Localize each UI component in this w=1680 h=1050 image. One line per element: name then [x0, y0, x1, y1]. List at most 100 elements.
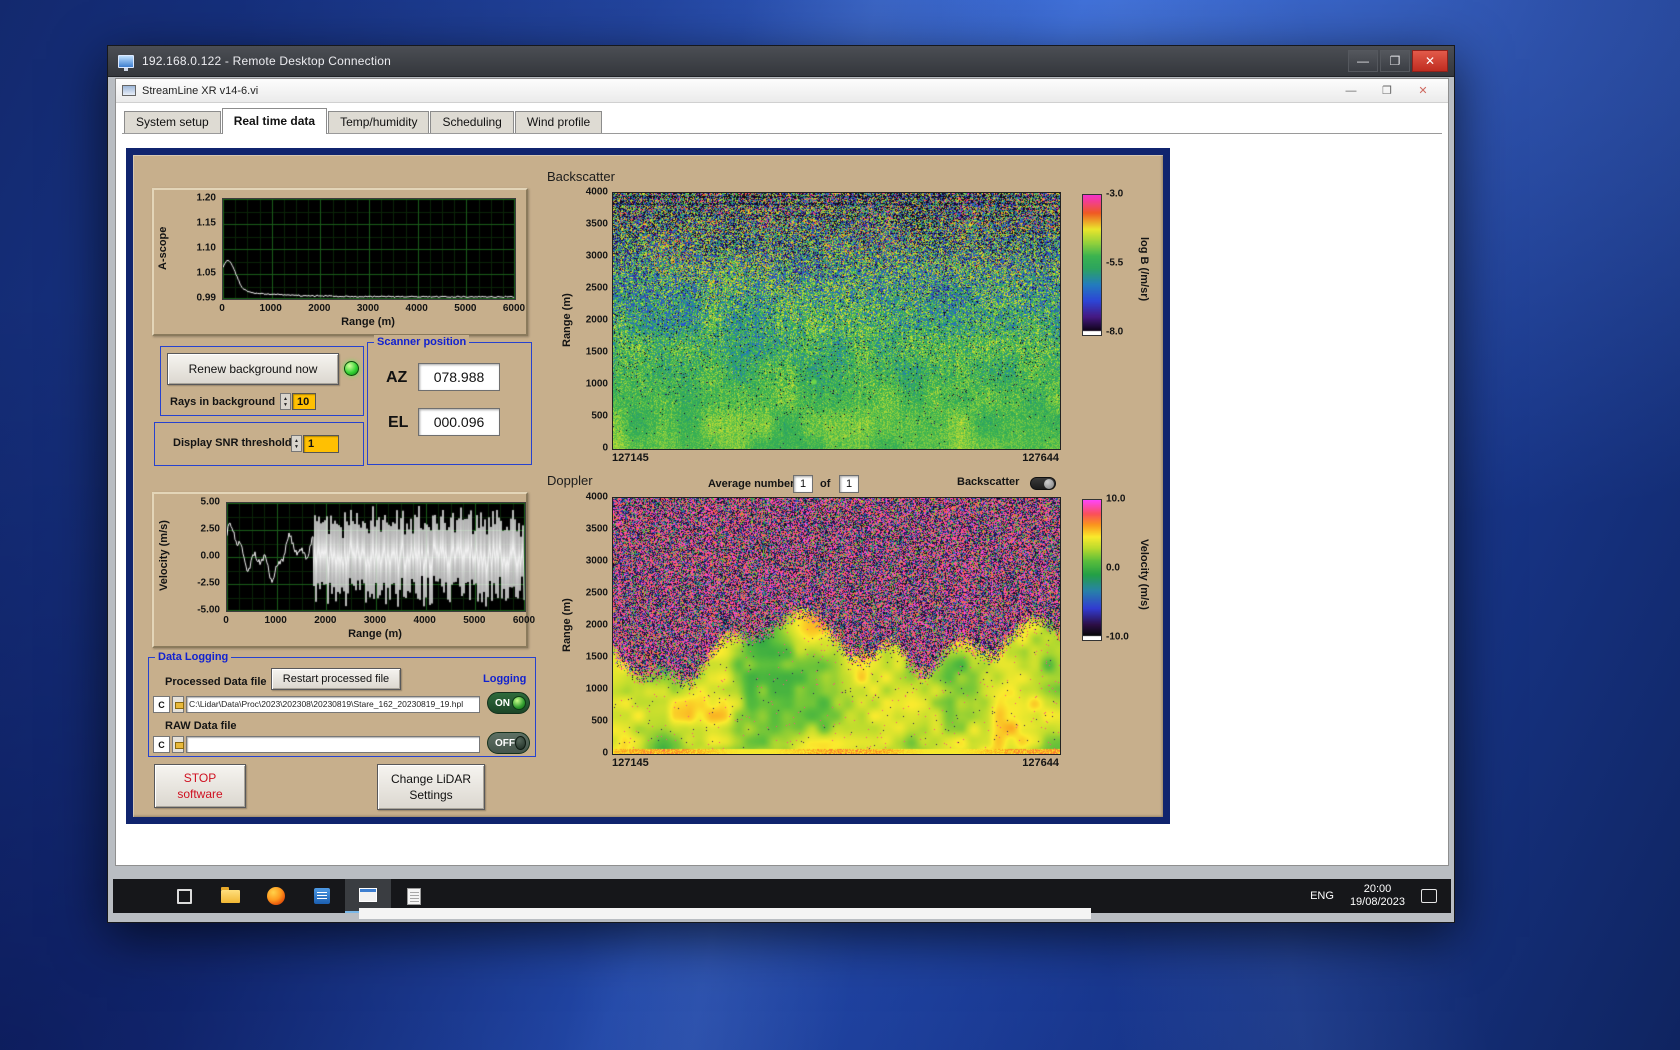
rdp-window-controls: — ❐ ✕: [1348, 50, 1454, 72]
rdp-window: 192.168.0.122 - Remote Desktop Connectio…: [107, 45, 1455, 923]
app-window-icon: [359, 888, 377, 902]
change-lidar-settings-button[interactable]: Change LiDAR Settings: [377, 764, 485, 810]
app-minimize-button[interactable]: —: [1340, 83, 1362, 99]
app-close-button[interactable]: ✕: [1412, 83, 1434, 99]
tab-wind-profile[interactable]: Wind profile: [514, 111, 603, 133]
rays-spinner[interactable]: ▲ ▼: [280, 393, 291, 410]
raw-drive-selector[interactable]: C: [153, 736, 170, 753]
firefox-button[interactable]: [253, 879, 299, 913]
rays-in-background-value[interactable]: 10: [292, 393, 316, 410]
spinner-down-icon[interactable]: ▼: [294, 444, 299, 450]
velocity-y-ticks: 5.00 2.50 0.00 -2.50 -5.00: [197, 496, 220, 616]
rdp-restore-button[interactable]: ❐: [1380, 50, 1410, 72]
firefox-icon: [267, 887, 285, 905]
raw-browse-button[interactable]: [172, 736, 184, 753]
task-view-button[interactable]: [161, 879, 207, 913]
desktop-background: 192.168.0.122 - Remote Desktop Connectio…: [0, 0, 1680, 1050]
velocity-x-ticks: 0 1000 2000 3000 4000 5000 6000: [223, 615, 536, 626]
elevation-value: 000.096: [418, 408, 500, 436]
on-label: ON: [495, 697, 510, 709]
background-status-led: [344, 361, 359, 376]
toggle-led-on: [512, 696, 526, 710]
blue-app-button[interactable]: [299, 879, 345, 913]
doppler-y-axis-label: Range (m): [561, 598, 573, 652]
taskbar-spacer: [113, 879, 161, 913]
backscatter-toggle[interactable]: [1030, 477, 1056, 490]
rays-in-background-label: Rays in background: [170, 396, 276, 408]
drive-letter: C: [158, 699, 165, 710]
backscatter-x-start: 127145: [612, 452, 649, 464]
doppler-title: Doppler: [547, 473, 593, 488]
logging-label: Logging: [483, 673, 527, 685]
file-explorer-icon: [220, 886, 240, 903]
snr-spinner[interactable]: ▲ ▼: [291, 435, 302, 452]
change-line1: Change LiDAR: [390, 772, 472, 786]
restart-processed-file-button[interactable]: Restart processed file: [271, 668, 401, 690]
language-indicator[interactable]: ENG: [1310, 890, 1334, 902]
processed-file-label: Processed Data file: [165, 676, 267, 688]
renew-background-button[interactable]: Renew background now: [167, 353, 339, 385]
backscatter-colorbar-ticks: -3.0 -5.5 -8.0: [1106, 188, 1124, 338]
ascope-y-ticks: 1.20 1.15 1.10 1.05 0.99: [196, 192, 216, 304]
app-restore-button[interactable]: ❐: [1376, 83, 1398, 99]
snr-threshold-label: Display SNR threshold: [173, 437, 292, 449]
doppler-colorbar-label: Velocity (m/s): [1138, 538, 1150, 610]
average-number-value[interactable]: 1: [793, 475, 813, 493]
off-label: OFF: [495, 737, 515, 749]
change-line2: Settings: [409, 788, 453, 802]
backscatter-x-end: 127644: [1022, 452, 1059, 464]
elevation-label: EL: [388, 414, 409, 431]
ascope-x-axis-label: Range (m): [341, 316, 395, 328]
file-explorer-button[interactable]: [207, 879, 253, 913]
average-total-value: 1: [839, 475, 859, 493]
raw-logging-toggle[interactable]: OFF: [487, 732, 530, 754]
spinner-down-icon[interactable]: ▼: [283, 402, 288, 408]
app-title: StreamLine XR v14-6.vi: [142, 84, 259, 97]
background-group: Renew background now Rays in background …: [160, 346, 364, 416]
task-view-icon: [176, 888, 192, 904]
taskbar-white-bar: [359, 908, 1091, 919]
rdp-window-title: 192.168.0.122 - Remote Desktop Connectio…: [142, 54, 392, 68]
processed-drive-selector[interactable]: C: [153, 696, 170, 713]
raw-file-label: RAW Data file: [165, 720, 237, 732]
processed-browse-button[interactable]: [172, 696, 184, 713]
tab-real-time-data[interactable]: Real time data: [221, 108, 328, 134]
rdp-app-icon: [118, 54, 134, 71]
raw-path-field[interactable]: [186, 736, 480, 753]
scan-scheduler-icon: [407, 887, 421, 905]
backscatter-y-ticks: 4000 3500 3000 2500 2000 1500 1000 500 0: [585, 186, 608, 454]
notification-icon[interactable]: [1421, 889, 1437, 903]
backscatter-y-axis-label: Range (m): [561, 293, 573, 347]
snr-threshold-value[interactable]: 1: [303, 435, 339, 453]
velocity-plot: [226, 502, 526, 612]
app-window-controls: — ❐ ✕: [1340, 83, 1448, 99]
processed-path-field[interactable]: C:\Lidar\Data\Proc\2023\202308\20230819\…: [186, 696, 480, 713]
average-number-label: Average number: [708, 478, 795, 490]
snr-threshold-group: Display SNR threshold ▲ ▼ 1: [154, 422, 364, 466]
main-panel: A-scope 1.20 1.15 1.10 1.05 0.99 0 1000 2000 30…: [126, 148, 1170, 824]
doppler-y-ticks: 4000 3500 3000 2500 2000 1500 1000 500 0: [585, 491, 608, 759]
tab-temp-humidity[interactable]: Temp/humidity: [328, 111, 430, 133]
clock-time: 20:00: [1363, 883, 1392, 895]
backscatter-title: Backscatter: [547, 169, 615, 184]
stop-software-button[interactable]: STOP software: [154, 764, 246, 808]
processed-logging-toggle[interactable]: ON: [487, 692, 530, 714]
stop-line2: software: [177, 787, 223, 801]
tab-strip: System setup Real time data Temp/humidit…: [122, 108, 1442, 134]
rdp-close-button[interactable]: ✕: [1412, 50, 1448, 72]
doppler-colorbar-ticks: 10.0 0.0 -10.0: [1106, 493, 1129, 643]
doppler-heatmap: [612, 497, 1061, 755]
rdp-minimize-button[interactable]: —: [1348, 50, 1378, 72]
ascope-y-axis-label: A-scope: [157, 226, 169, 270]
doppler-x-ticks: 127145 127644: [612, 757, 1059, 769]
clock-date: 19/08/2023: [1349, 896, 1405, 908]
clock[interactable]: 20:00 19/08/2023: [1350, 883, 1405, 909]
rdp-titlebar[interactable]: 192.168.0.122 - Remote Desktop Connectio…: [108, 46, 1454, 77]
tab-system-setup[interactable]: System setup: [124, 111, 221, 133]
doppler-colorbar: [1082, 499, 1102, 641]
backscatter-toggle-label: Backscatter: [957, 476, 1020, 488]
tab-scheduling[interactable]: Scheduling: [430, 111, 514, 133]
ascope-x-ticks: 0 1000 2000 3000 4000 5000 6000: [219, 303, 526, 314]
app-titlebar[interactable]: StreamLine XR v14-6.vi — ❐ ✕: [116, 79, 1448, 103]
toggle-knob: [1044, 479, 1054, 489]
